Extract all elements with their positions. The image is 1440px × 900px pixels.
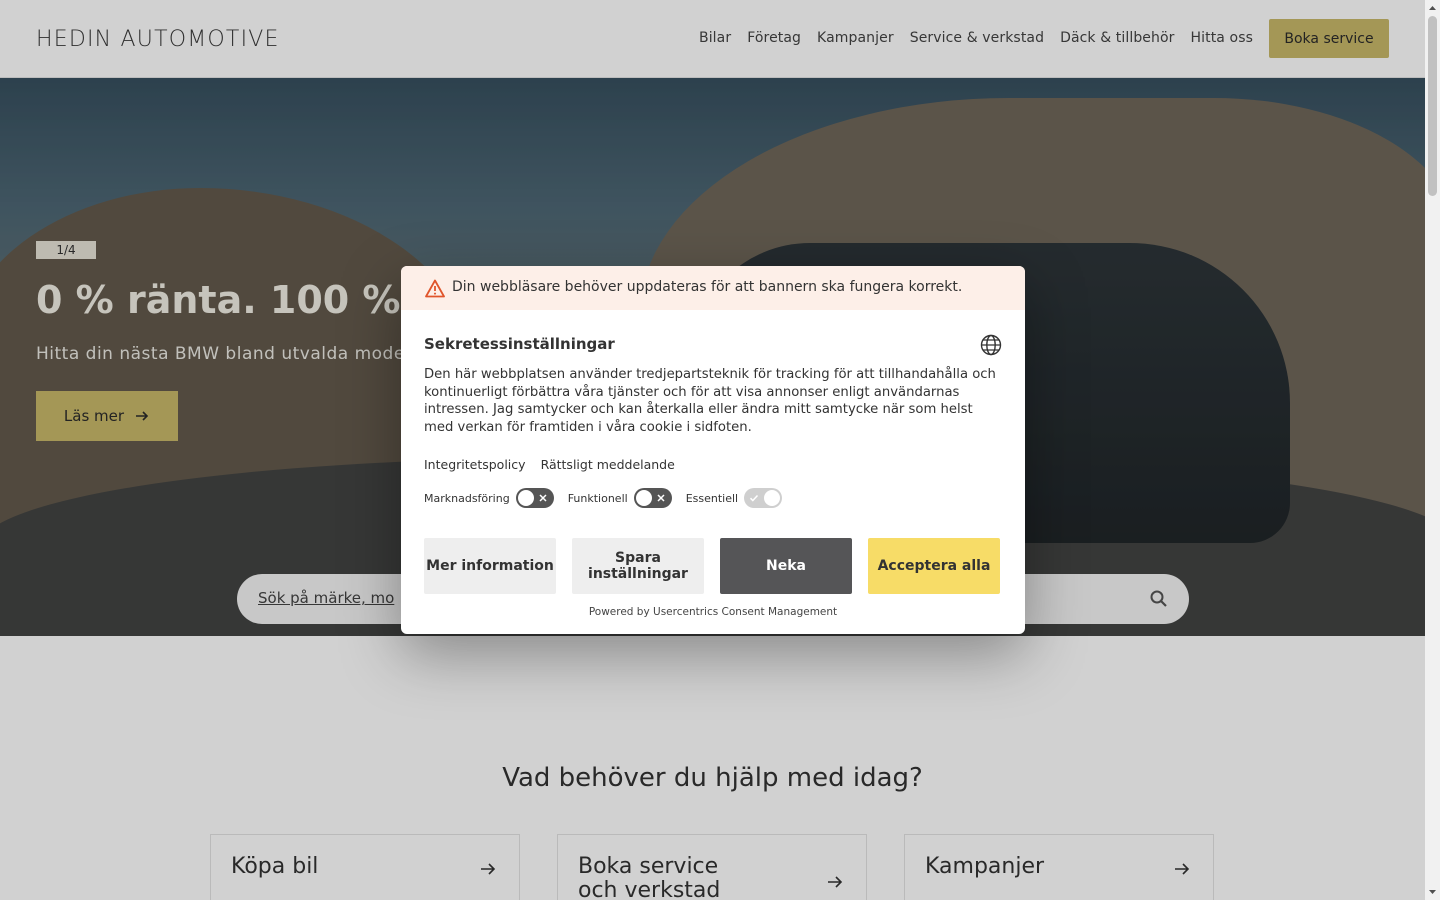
- check-icon: [750, 494, 759, 502]
- functional-toggle[interactable]: [633, 488, 672, 508]
- scroll-thumb[interactable]: [1428, 16, 1437, 196]
- toggle-knob: [635, 490, 652, 506]
- toggle-knob: [764, 490, 781, 506]
- browser-warning: Din webbläsare behöver uppdateras för at…: [401, 266, 1025, 310]
- toggle-label-functional: Funktionell: [567, 491, 628, 505]
- scrollbar[interactable]: [1425, 0, 1440, 900]
- privacy-policy-link[interactable]: Integritetspolicy: [424, 457, 526, 472]
- marketing-toggle[interactable]: [515, 488, 554, 508]
- close-icon: [657, 494, 665, 502]
- save-settings-button[interactable]: Spara inställningar: [572, 538, 704, 594]
- consent-dialog: Din webbläsare behöver uppdateras för at…: [401, 266, 1025, 634]
- deny-button[interactable]: Neka: [720, 538, 852, 594]
- warning-icon: [425, 279, 445, 298]
- consent-title: Sekretessinställningar: [424, 335, 615, 353]
- consent-links: Integritetspolicy Rättsligt meddelande: [424, 457, 675, 472]
- scroll-up-arrow-icon[interactable]: [1428, 4, 1437, 13]
- toggle-label-marketing: Marknadsföring: [424, 491, 510, 505]
- toggle-knob: [517, 490, 534, 506]
- powered-by-text: Powered by Usercentrics Consent Manageme…: [588, 606, 838, 618]
- legal-notice-link[interactable]: Rättsligt meddelande: [541, 457, 675, 472]
- warning-text: Din webbläsare behöver uppdateras för at…: [452, 279, 963, 295]
- consent-toggles: Marknadsföring Funktionell Essentiell: [424, 488, 796, 508]
- essential-toggle: [744, 488, 783, 508]
- consent-body: Den här webbplatsen använder tredjeparts…: [424, 367, 996, 435]
- accept-all-button[interactable]: Acceptera alla: [868, 538, 1000, 594]
- globe-icon[interactable]: [980, 334, 1002, 356]
- more-information-button[interactable]: Mer information: [424, 538, 556, 594]
- close-icon: [539, 494, 547, 502]
- toggle-label-essential: Essentiell: [685, 491, 739, 505]
- scroll-down-arrow-icon[interactable]: [1428, 887, 1437, 896]
